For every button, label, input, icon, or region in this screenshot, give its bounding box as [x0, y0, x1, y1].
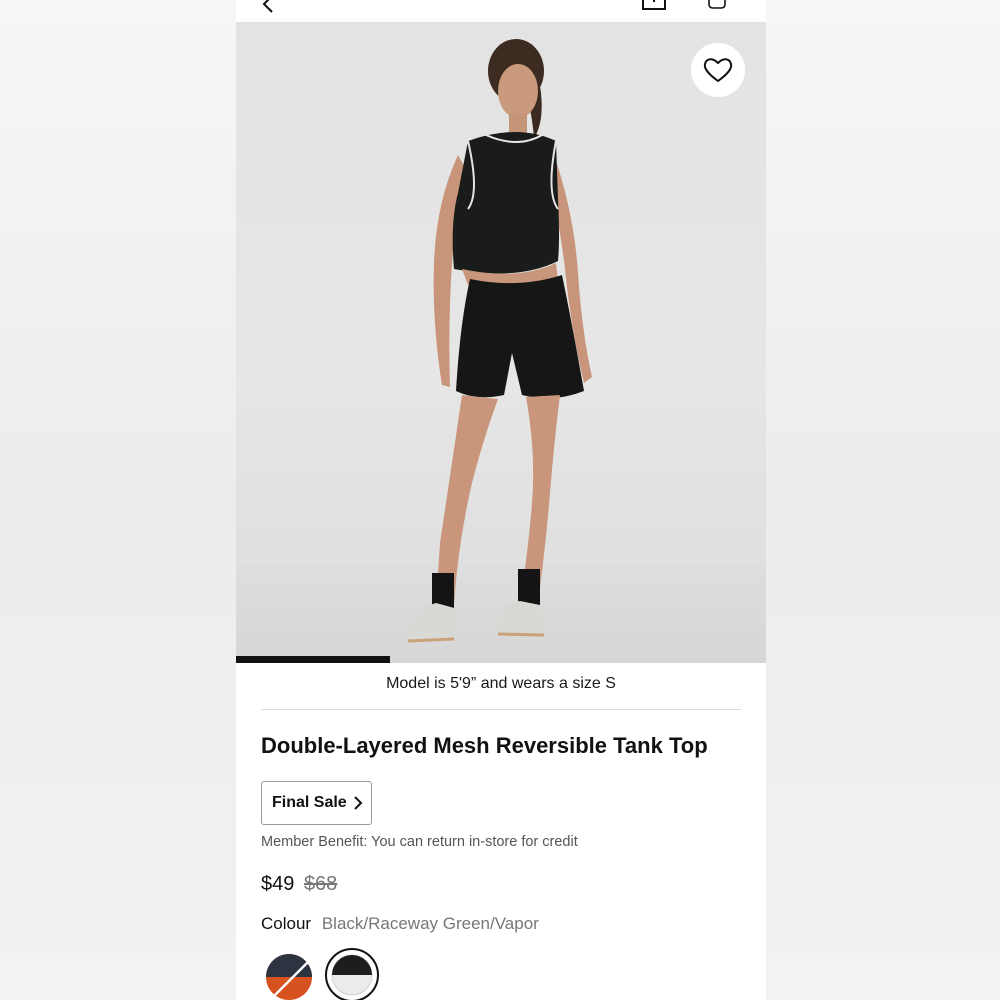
colour-value: Black/Raceway Green/Vapor — [321, 914, 539, 933]
backdrop-left — [0, 0, 236, 1000]
final-sale-label: Final Sale — [272, 794, 347, 811]
backdrop-right — [766, 0, 1000, 1000]
sale-price: $49 — [261, 873, 295, 895]
product-title: Double-Layered Mesh Reversible Tank Top — [261, 733, 708, 758]
model-figure — [406, 39, 592, 643]
top-bar — [236, 0, 766, 23]
original-price: $68 — [303, 873, 338, 895]
gallery-progress — [236, 656, 766, 663]
favorite-button[interactable] — [691, 43, 745, 97]
share-icon[interactable] — [642, 0, 666, 10]
bag-icon[interactable] — [706, 0, 728, 10]
colour-row: Colour Black/Raceway Green/Vapor — [261, 914, 539, 934]
model-caption: Model is 5'9” and wears a size S — [386, 675, 616, 692]
back-arrow-icon[interactable] — [258, 0, 278, 14]
product-image[interactable] — [236, 23, 766, 663]
heart-icon — [703, 58, 733, 83]
colour-swatch-navy-orange[interactable] — [265, 953, 313, 1000]
divider — [261, 709, 741, 710]
colour-label: Colour — [261, 914, 312, 933]
price-row: $49 $68 — [261, 873, 337, 896]
product-page: Model is 5'9” and wears a size S Double-… — [236, 0, 766, 1000]
final-sale-button[interactable]: Final Sale — [261, 781, 372, 825]
colour-swatch-black-vapor[interactable] — [331, 954, 373, 996]
chevron-right-icon — [353, 796, 363, 810]
gallery-progress-fill — [236, 656, 390, 663]
member-benefit: Member Benefit: You can return in-store … — [261, 834, 578, 850]
